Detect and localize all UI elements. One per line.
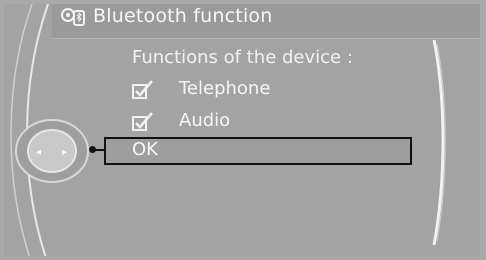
screen: Bluetooth function Functions of the devi… (0, 0, 486, 260)
bluetooth-settings-icon (61, 8, 85, 26)
menu-item-audio[interactable]: Audio (104, 110, 408, 136)
ok-button[interactable]: OK (104, 137, 412, 165)
arrow-left-icon: ◂ (36, 147, 41, 158)
checkbox-checked-icon[interactable] (132, 112, 154, 132)
arrow-right-icon: ▸ (62, 147, 67, 158)
display-panel: Bluetooth function Functions of the devi… (0, 0, 486, 260)
ok-button-label: OK (132, 139, 158, 160)
idrive-controller-icon[interactable]: ◂ ▸ (14, 118, 90, 184)
page-title: Bluetooth function (93, 5, 273, 27)
scrollbar[interactable] (432, 40, 446, 245)
menu-item-label: Telephone (179, 78, 271, 99)
menu-item-telephone[interactable]: Telephone (104, 78, 408, 104)
menu-item-label: Audio (179, 110, 231, 131)
checkbox-checked-icon[interactable] (132, 80, 154, 100)
selection-pointer-dot (89, 146, 96, 153)
menu-heading: Functions of the device : (132, 47, 353, 68)
